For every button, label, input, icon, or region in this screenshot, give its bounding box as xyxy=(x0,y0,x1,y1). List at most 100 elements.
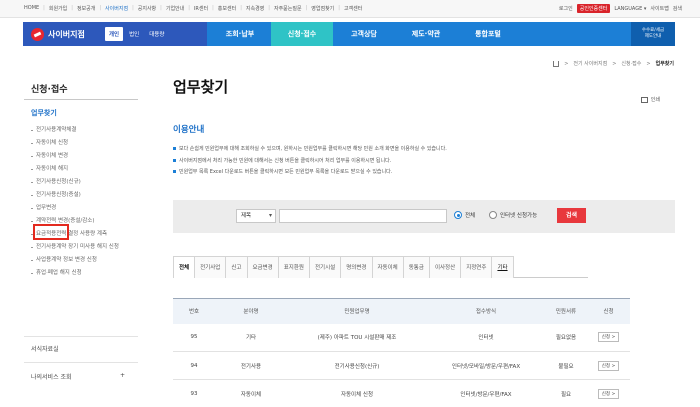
tab-all[interactable]: 전체 xyxy=(173,256,196,278)
cell-no: 94 xyxy=(173,351,215,380)
radio-all[interactable]: 전체 xyxy=(454,211,475,219)
sidebar-item[interactable]: 자동이체 변경 xyxy=(31,150,131,163)
search-input[interactable] xyxy=(279,209,447,223)
top-link-cyber[interactable]: 사이버지점 xyxy=(105,5,128,12)
brand[interactable]: 사이버지점 xyxy=(23,22,103,46)
menu-consultation[interactable]: 고객상담 xyxy=(333,22,395,46)
apply-button[interactable]: 신청 > xyxy=(597,388,620,399)
sidebar-list: 전기사용계약체결 자동이체 신청 자동이체 변경 자동이체 해지 전기사용신청(… xyxy=(31,124,131,280)
table-row: 95 기타 (제주) 아파트 TOU 시설판매 제조 인터넷 필요없음 신청 > xyxy=(173,323,630,352)
top-links: HOME | 회원가입 | 정보공개 | 사이버지점 | 공지사항 | 기업안내 | IR센… xyxy=(24,5,363,12)
top-link-cs[interactable]: 고객센터 xyxy=(344,5,362,12)
breadcrumb: > 전기 사이버지점 > 신청·접수 > 업무찾기 xyxy=(553,60,674,67)
menu-application[interactable]: 신청·접수 xyxy=(271,22,333,46)
top-link-home[interactable]: HOME xyxy=(24,5,39,12)
plus-icon[interactable]: + xyxy=(120,372,125,379)
fee-info-box[interactable]: 수수료/세금 제도안내 xyxy=(631,22,675,46)
customer-type-switch: 개인 법인 대용량 xyxy=(103,22,207,46)
apply-button[interactable]: 신청 > xyxy=(597,360,620,371)
tab-designation[interactable]: 지정연주 xyxy=(460,256,493,278)
sidebar-forms-link[interactable]: 서식자료실 xyxy=(31,344,131,353)
cell-title[interactable]: 자동이체 신청 xyxy=(287,379,427,407)
cell-doc: 불필요 xyxy=(545,351,587,380)
tab-business[interactable]: 전기사업 xyxy=(194,256,227,278)
menu-terms[interactable]: 제도·약관 xyxy=(395,22,457,46)
radio-all-dot xyxy=(454,211,462,219)
tab-dongtong[interactable]: 동통금 xyxy=(402,256,430,278)
top-link-notice[interactable]: 공지사항 xyxy=(138,5,156,12)
top-link-pr[interactable]: 홍보센터 xyxy=(218,5,236,12)
guide-item: 보다 손쉽게 민원업무에 대해 조회하실 수 있으며, 원하시는 민원업무를 클… xyxy=(173,145,653,157)
sidebar-my-service[interactable]: 나의서비스 조회 + xyxy=(31,372,131,381)
top-link-company[interactable]: 기업안내 xyxy=(166,5,184,12)
sitemap-link[interactable]: 사이트맵 xyxy=(650,5,668,12)
highlight-box xyxy=(33,224,69,240)
tab-facility[interactable]: 전기시설 xyxy=(309,256,342,278)
col-header: 신청 xyxy=(587,298,630,324)
breadcrumb-item[interactable]: 신청·접수 xyxy=(621,60,641,67)
customer-type-bulk[interactable]: 대용량 xyxy=(145,27,168,41)
printer-icon xyxy=(640,96,648,103)
menu-portal[interactable]: 통합포털 xyxy=(457,22,519,46)
login-link[interactable]: 로그인 xyxy=(559,5,573,12)
guide-item: 민원업무 목록 Excel 다운로드 버튼을 클릭하시면 모든 민원업무 목록을… xyxy=(173,168,653,180)
search-button[interactable]: 검색 xyxy=(557,208,586,223)
cell-no: 93 xyxy=(173,379,215,407)
tab-sign[interactable]: 표지환원 xyxy=(277,256,310,278)
sidebar-item[interactable]: 전기사용계약체결 xyxy=(31,124,131,137)
tab-move-settlement[interactable]: 이사정산 xyxy=(428,256,462,278)
radio-online-label: 인터넷 신청가능 xyxy=(500,213,538,219)
tab-rate-change[interactable]: 요금변경 xyxy=(246,256,279,278)
sidebar-item[interactable]: 사업용계약 정보 변경 신청 xyxy=(31,254,131,267)
table-header-row: 번호 분야명 민원업무명 접수방식 민원서류 신청 xyxy=(173,298,630,324)
top-utility-bar: HOME | 회원가입 | 정보공개 | 사이버지점 | 공지사항 | 기업안내 | IR센… xyxy=(0,0,700,18)
top-link-esg[interactable]: 지속경영 xyxy=(246,5,264,12)
sidebar-item[interactable]: 전기사용신청(신규) xyxy=(31,176,131,189)
tab-auto-transfer[interactable]: 자동이체 xyxy=(371,256,404,278)
cell-title[interactable]: (제주) 아파트 TOU 시설판매 제조 xyxy=(287,323,427,352)
guide-title: 이용안내 xyxy=(173,125,205,135)
sidebar-item[interactable]: 전기사용계약 장기 미사용 해지 신청 xyxy=(31,241,131,254)
search-link[interactable]: 검색 xyxy=(673,5,682,12)
table-row: 94 전기사용 전기사용신청(신규) 인터넷/모바일/방문/우편/FAX 불필요… xyxy=(173,351,630,380)
cell-title[interactable]: 전기사용신청(신규) xyxy=(287,351,427,380)
customer-type-personal[interactable]: 개인 xyxy=(105,27,124,41)
tab-report[interactable]: 신고 xyxy=(225,256,248,278)
guide-list: 보다 손쉽게 민원업무에 대해 조회하실 수 있으며, 원하시는 민원업무를 클… xyxy=(173,145,653,180)
sidebar-item[interactable]: 자동이체 해지 xyxy=(31,163,131,176)
sidebar-item[interactable]: 휴업·폐업 해지 신청 xyxy=(31,267,131,280)
category-tabs: 전체 전기사업 신고 요금변경 표지환원 전기시설 명의변경 자동이체 동통금 … xyxy=(173,256,588,278)
tab-name-change[interactable]: 명의변경 xyxy=(340,256,373,278)
print-button[interactable]: 인쇄 xyxy=(640,96,660,103)
top-link-join[interactable]: 회원가입 xyxy=(49,5,67,12)
col-header: 접수방식 xyxy=(427,298,545,324)
search-field-select[interactable]: 제목 xyxy=(236,209,276,223)
top-link-faq[interactable]: 자주묻는질문 xyxy=(274,5,302,12)
sidebar-divider xyxy=(24,336,138,337)
apply-button[interactable]: 신청 > xyxy=(597,332,620,343)
print-label: 인쇄 xyxy=(650,97,660,103)
language-select[interactable]: LANGUAGE ▾ xyxy=(614,6,646,12)
sidebar-divider xyxy=(24,362,138,363)
menu-inquiry-payment[interactable]: 조회·납부 xyxy=(209,22,271,46)
top-link-ir[interactable]: IR센터 xyxy=(194,5,208,12)
cert-center-button[interactable]: 공인인증센터 xyxy=(576,4,611,13)
sidebar-item[interactable]: 업무변경 xyxy=(31,202,131,215)
customer-type-corporate[interactable]: 법인 xyxy=(125,27,143,41)
table-row: 93 자동이체 자동이체 신청 인터넷/방문/우편/FAX 필요 신청 > xyxy=(173,379,630,407)
brand-logo-icon xyxy=(31,27,44,41)
main-nav: 사이버지점 개인 법인 대용량 조회·납부 신청·접수 고객상담 제도·약관 통… xyxy=(23,22,675,46)
col-header: 민원업무명 xyxy=(287,298,427,324)
top-link-disclosure[interactable]: 정보공개 xyxy=(77,5,95,12)
sidebar-subtitle[interactable]: 업무찾기 xyxy=(31,108,57,118)
tab-etc[interactable]: 기타 xyxy=(491,256,514,278)
radio-online[interactable]: 인터넷 신청가능 xyxy=(489,211,537,219)
page-title: 업무찾기 xyxy=(173,78,229,96)
col-header: 분야명 xyxy=(215,298,287,324)
home-icon[interactable] xyxy=(553,60,560,67)
sidebar-item[interactable]: 전기사용신청(증설) xyxy=(31,189,131,202)
sidebar-item[interactable]: 자동이체 신청 xyxy=(31,137,131,150)
breadcrumb-item[interactable]: 전기 사이버지점 xyxy=(573,60,607,67)
guide-item: 사이버지점에서 처리 가능한 민원에 대해서는 신청 버튼을 클릭하시어 처리 … xyxy=(173,157,653,169)
top-link-branch[interactable]: 영업점찾기 xyxy=(311,5,334,12)
